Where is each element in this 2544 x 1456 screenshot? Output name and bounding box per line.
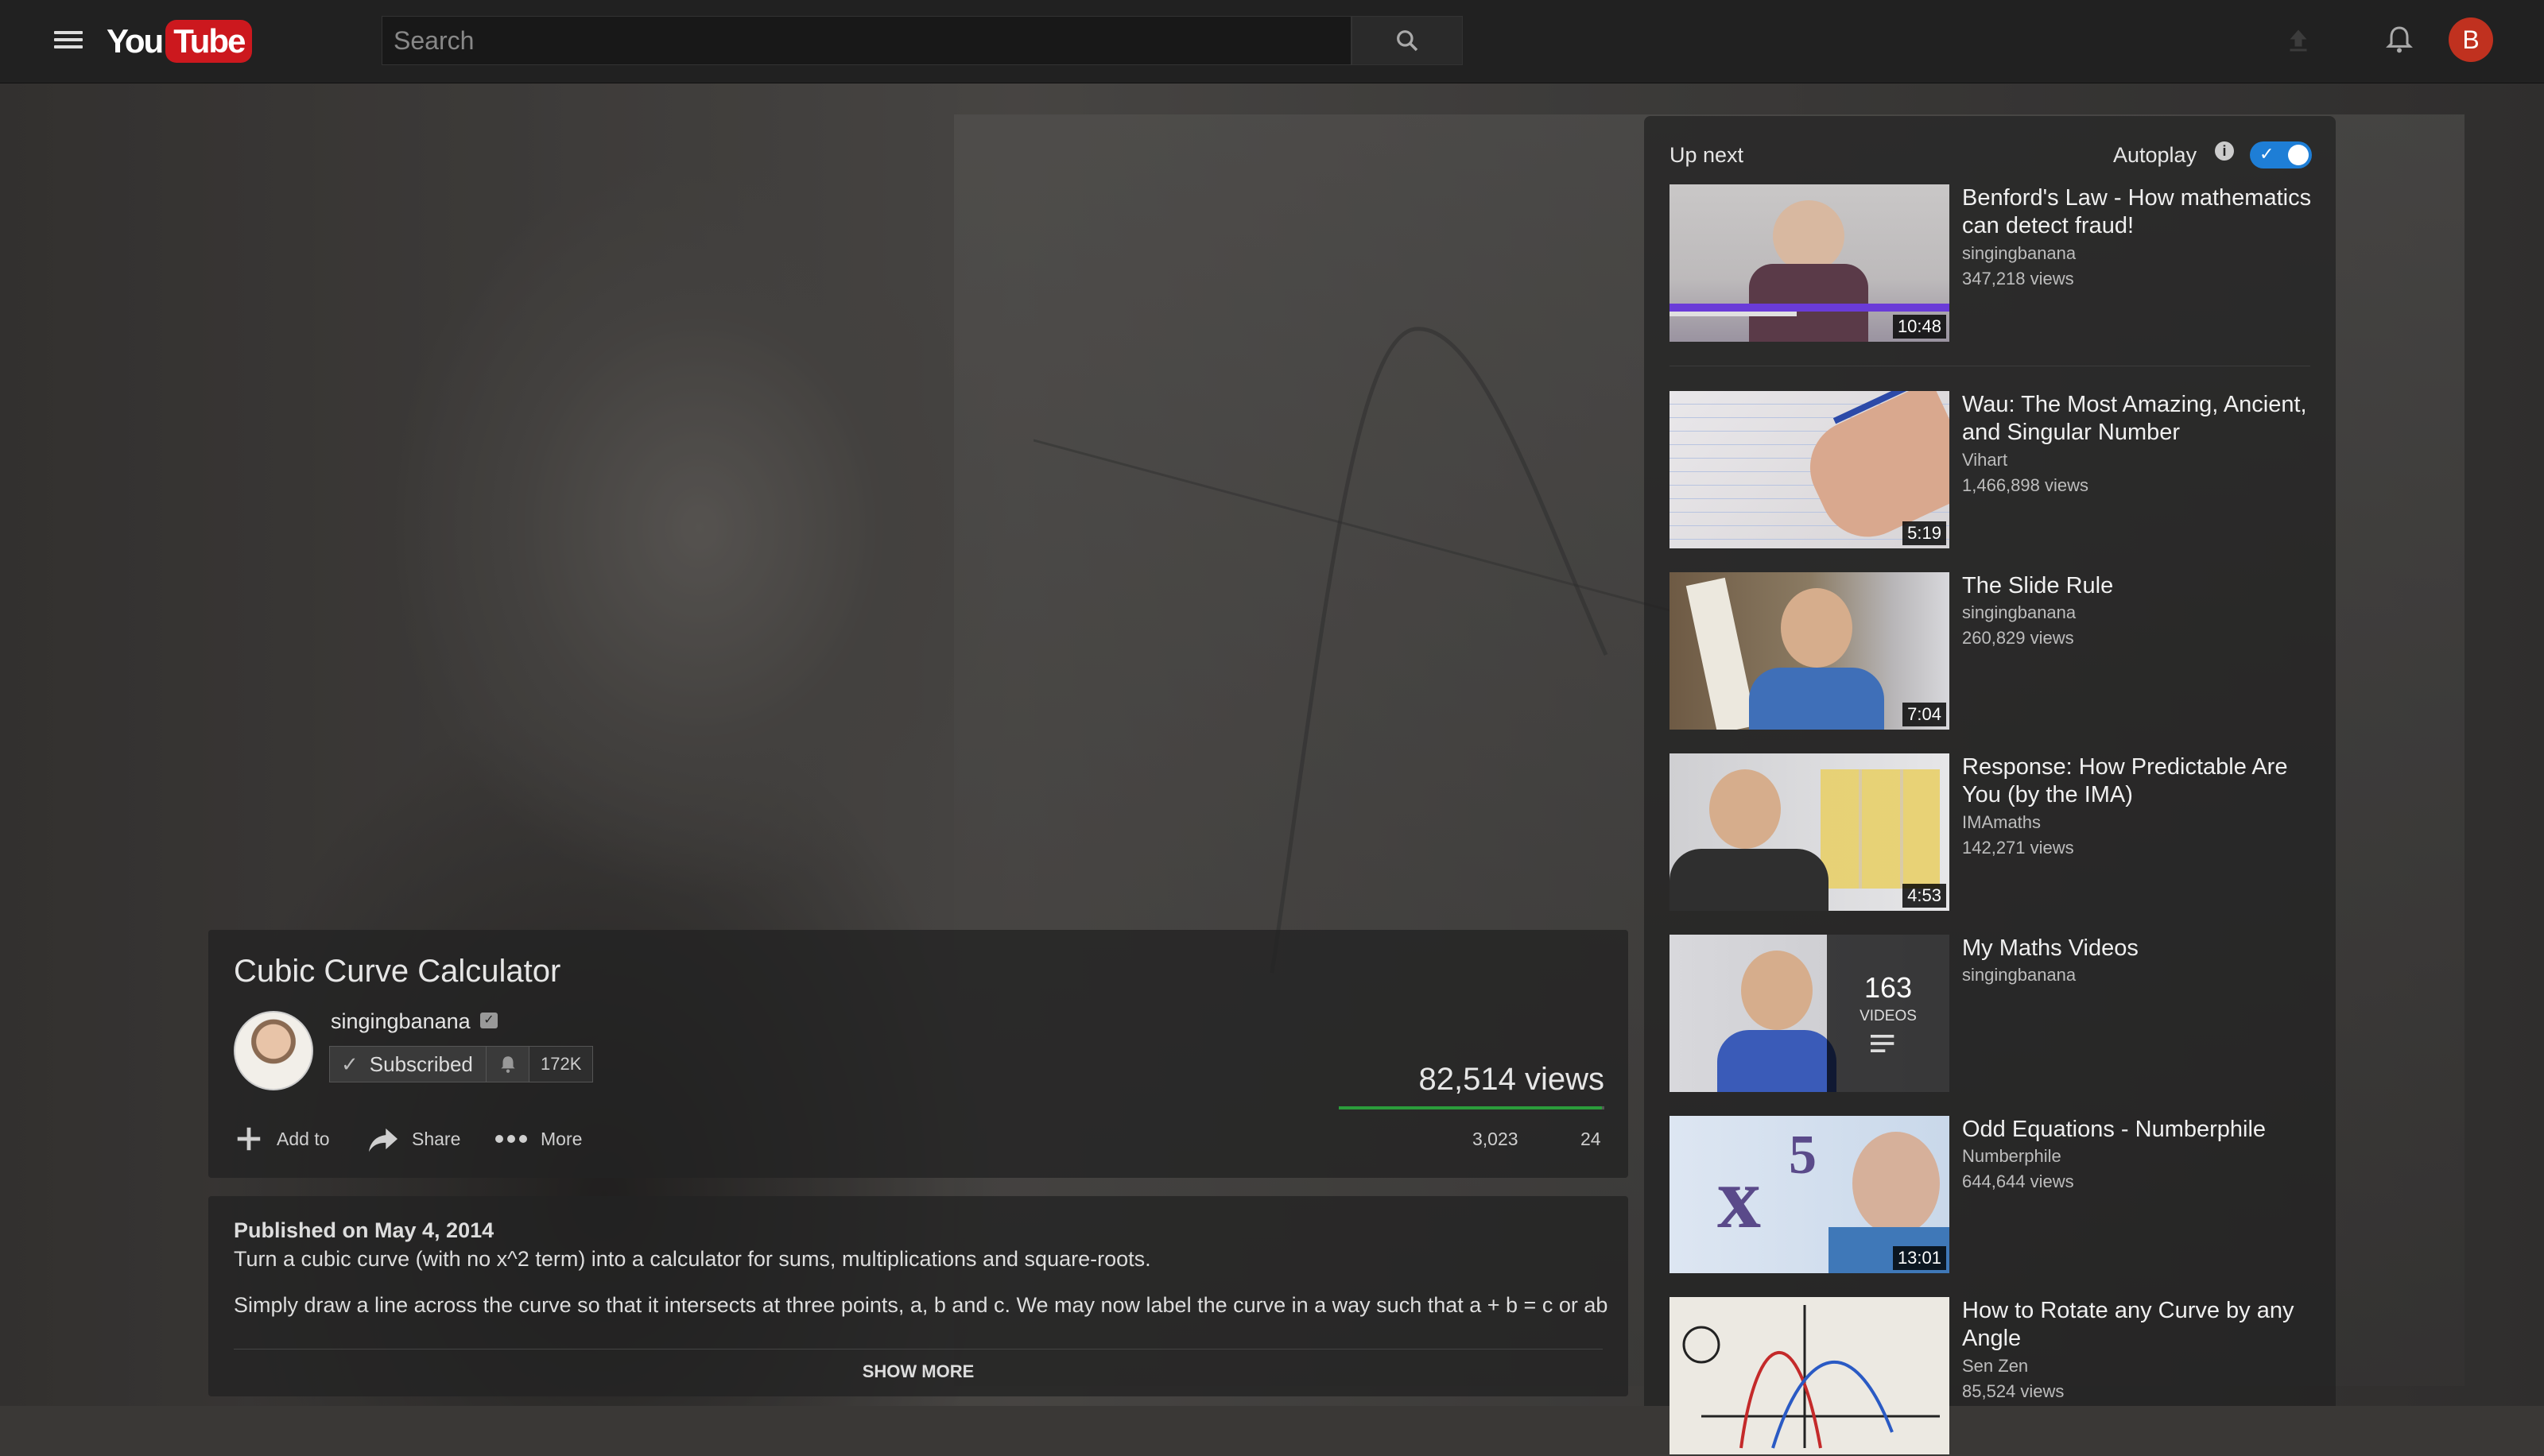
video-thumbnail[interactable]: 7:04 <box>1670 572 1949 730</box>
channel-avatar[interactable] <box>234 1011 313 1090</box>
video-duration: 13:01 <box>1892 1246 1946 1270</box>
account-avatar[interactable]: B <box>2449 17 2493 62</box>
logo-tube-text: Tube <box>165 20 253 63</box>
recommendation-item[interactable]: x 5 13:01 Odd Equations - Numberphile Nu… <box>1670 1116 2329 1275</box>
subscribed-button[interactable]: ✓ Subscribed <box>329 1046 487 1082</box>
dislike-count[interactable]: 24 <box>1580 1129 1601 1150</box>
recommendation-views: 85,524 views <box>1962 1381 2065 1401</box>
recommendation-item[interactable]: 4:53 Response: How Predictable Are You (… <box>1670 753 2329 912</box>
video-thumbnail[interactable]: 10:48 <box>1670 184 1949 342</box>
like-ratio-fill <box>1339 1106 1603 1109</box>
recommendation-title[interactable]: How to Rotate any Curve by any Angle <box>1962 1297 2312 1353</box>
upload-icon <box>2290 29 2307 52</box>
video-duration: 5:19 <box>1902 521 1946 545</box>
video-info-card: Cubic Curve Calculator singingbanana ✓ ✓… <box>208 930 1628 1178</box>
video-thumbnail[interactable] <box>1670 1297 1949 1454</box>
recommendation-title[interactable]: The Slide Rule <box>1962 572 2312 600</box>
recommendation-channel: Vihart <box>1962 450 2008 470</box>
recommendation-channel: singingbanana <box>1962 602 2077 622</box>
playlist-count-label: VIDEOS <box>1860 1008 1917 1024</box>
like-ratio-bar <box>1339 1106 1604 1109</box>
recommendation-channel: Numberphile <box>1962 1146 2061 1166</box>
search-icon <box>1397 30 1418 52</box>
recommendation-item[interactable]: How to Rotate any Curve by any Angle Sen… <box>1670 1297 2329 1456</box>
upload-button[interactable] <box>2278 21 2318 60</box>
view-count: 82,514 views <box>1418 1062 1604 1097</box>
recommendation-views: 644,644 views <box>1962 1171 2074 1191</box>
more-dots-icon <box>494 1134 528 1144</box>
video-thumbnail[interactable]: x 5 13:01 <box>1670 1116 1949 1273</box>
channel-notifications-button[interactable] <box>487 1046 529 1082</box>
info-icon[interactable]: i <box>2215 141 2234 161</box>
playlist-count: 163 <box>1863 971 1913 1004</box>
add-to-button[interactable]: Add to <box>234 1121 330 1157</box>
recommendation-title[interactable]: Odd Equations - Numberphile <box>1962 1116 2312 1144</box>
recommendation-views: 260,829 views <box>1962 628 2074 648</box>
recommendation-channel: singingbanana <box>1962 965 2077 985</box>
search-input[interactable] <box>382 17 1351 64</box>
share-button[interactable]: Share <box>367 1121 460 1157</box>
menu-icon[interactable] <box>54 27 83 56</box>
recommendation-title[interactable]: Wau: The Most Amazing, Ancient, and Sing… <box>1962 391 2312 447</box>
verified-icon: ✓ <box>480 1013 498 1028</box>
description-text-line: Turn a cubic curve (with no x^2 term) in… <box>234 1247 1151 1271</box>
up-next-sidebar: Up next Autoplay i ✓ 10:48 Benford's Law… <box>1644 116 2336 1454</box>
divider <box>234 1349 1603 1350</box>
video-duration: 7:04 <box>1902 703 1946 726</box>
recommendation-title[interactable]: Response: How Predictable Are You (by th… <box>1962 753 2312 809</box>
toggle-knob <box>2288 145 2309 165</box>
subscribed-label: Subscribed <box>369 1051 473 1076</box>
playlist-count-overlay: 163 VIDEOS <box>1827 935 1949 1092</box>
logo-you-text: You <box>107 22 164 60</box>
plus-icon <box>234 1124 264 1154</box>
bell-icon <box>2386 26 2413 53</box>
search-box <box>382 16 1352 65</box>
video-thumbnail[interactable]: 4:53 <box>1670 753 1949 911</box>
recommendation-item[interactable]: 7:04 The Slide Rule singingbanana 260,82… <box>1670 572 2329 731</box>
recommendation-item[interactable]: 10:48 Benford's Law - How mathematics ca… <box>1670 184 2329 343</box>
playlist-thumbnail[interactable]: 163 VIDEOS <box>1670 935 1949 1092</box>
more-label: More <box>541 1128 583 1149</box>
youtube-logo[interactable]: You Tube <box>107 19 253 64</box>
notifications-button[interactable] <box>2379 19 2420 60</box>
recommendation-title[interactable]: Benford's Law - How mathematics can dete… <box>1962 184 2312 240</box>
video-thumbnail[interactable]: 5:19 <box>1670 391 1949 548</box>
playlist-icon <box>1871 1035 1894 1052</box>
share-icon <box>367 1125 399 1153</box>
description-card: Published on May 4, 2014 Turn a cubic cu… <box>208 1196 1628 1396</box>
playlist-item[interactable]: 163 VIDEOS My Maths Videos singingbanana <box>1670 935 2329 1094</box>
recommendation-channel: Sen Zen <box>1962 1356 2029 1376</box>
thumbnail-graph-drawing <box>1682 1305 1940 1449</box>
checkmark-icon: ✓ <box>2259 144 2274 164</box>
recommendation-views: 347,218 views <box>1962 269 2074 288</box>
video-duration: 4:53 <box>1902 884 1946 908</box>
recommendation-item[interactable]: 5:19 Wau: The Most Amazing, Ancient, and… <box>1670 391 2329 550</box>
show-more-button[interactable]: SHOW MORE <box>208 1361 1628 1382</box>
share-label: Share <box>412 1128 461 1149</box>
channel-name-link[interactable]: singingbanana <box>331 1009 471 1034</box>
autoplay-label: Autoplay <box>2113 143 2197 167</box>
autoplay-toggle[interactable]: ✓ <box>2250 141 2312 168</box>
more-button[interactable]: More <box>494 1121 582 1157</box>
bell-icon <box>500 1056 515 1073</box>
search-button[interactable] <box>1352 16 1463 65</box>
checkmark-icon: ✓ <box>341 1051 359 1076</box>
recommendation-title[interactable]: My Maths Videos <box>1962 935 2312 962</box>
description-text-line: Simply draw a line across the curve so t… <box>234 1293 1608 1317</box>
up-next-heading: Up next <box>1670 143 1744 167</box>
subscriber-count: 172K <box>529 1046 594 1082</box>
like-count[interactable]: 3,023 <box>1472 1129 1518 1150</box>
recommendation-channel: IMAmaths <box>1962 812 2042 832</box>
published-date: Published on May 4, 2014 <box>234 1218 494 1242</box>
video-duration: 10:48 <box>1892 315 1946 339</box>
recommendation-channel: singingbanana <box>1962 243 2077 263</box>
add-to-label: Add to <box>277 1128 330 1149</box>
recommendation-views: 142,271 views <box>1962 838 2074 858</box>
recommendation-views: 1,466,898 views <box>1962 475 2088 495</box>
video-title: Cubic Curve Calculator <box>234 954 561 989</box>
masthead: You Tube B <box>0 0 2544 83</box>
